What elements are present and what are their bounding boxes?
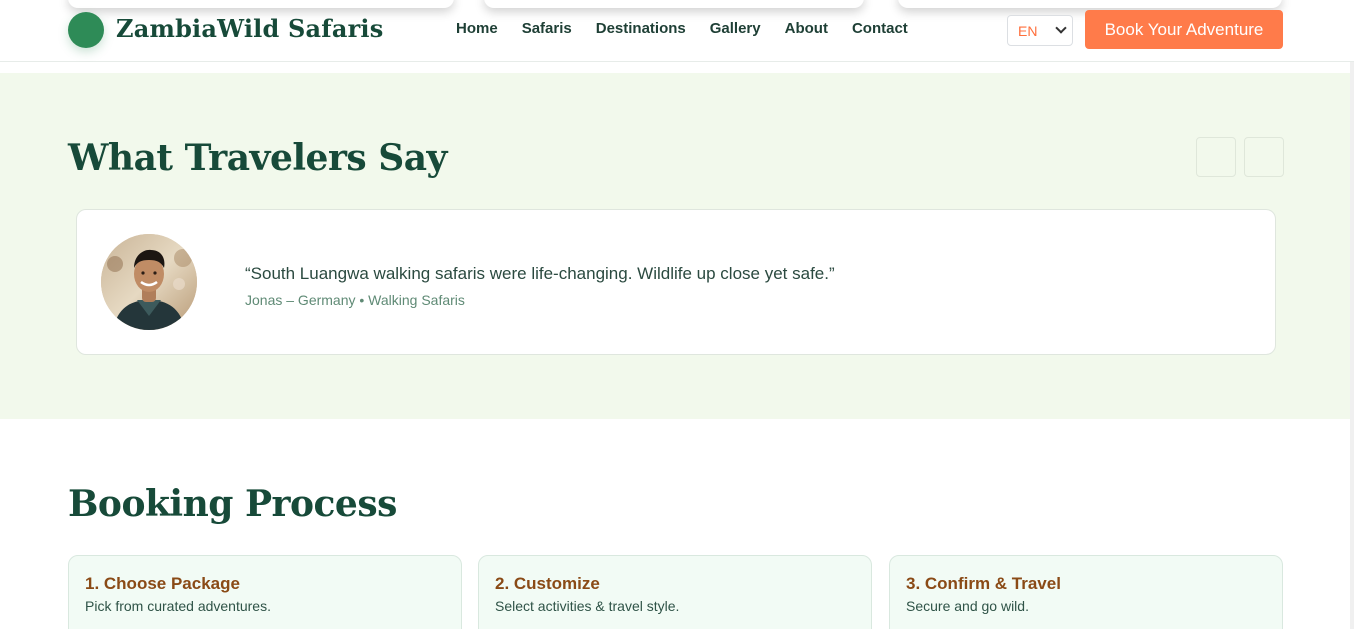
avatar — [101, 234, 197, 330]
nav-contact[interactable]: Contact — [852, 20, 908, 37]
step-title: 1. Choose Package — [85, 574, 240, 593]
testimonial-quote: “South Luangwa walking safaris were life… — [245, 264, 835, 283]
nav-about[interactable]: About — [785, 20, 828, 37]
site-header: ZambiaWild Safaris Home Safaris Destinat… — [0, 0, 1354, 62]
book-adventure-button[interactable]: Book Your Adventure — [1085, 10, 1283, 49]
brand-logo-icon[interactable] — [68, 12, 104, 48]
nav-destinations[interactable]: Destinations — [596, 20, 686, 37]
step-title: 3. Confirm & Travel — [906, 574, 1061, 593]
testimonial-prev-button[interactable] — [1196, 137, 1236, 177]
testimonials-title: What Travelers Say — [68, 137, 447, 179]
step-title: 2. Customize — [495, 574, 600, 593]
booking-title: Booking Process — [68, 483, 397, 525]
card-shadow-right — [898, 0, 1282, 8]
card-shadow-middle — [484, 0, 864, 8]
testimonial-next-button[interactable] — [1244, 137, 1284, 177]
testimonial-author: Jonas – Germany • Walking Safaris — [245, 292, 465, 308]
testimonials-section: What Travelers Say “South Luangwa walkin… — [0, 73, 1354, 419]
traveler-photo-icon — [101, 234, 197, 330]
nav-gallery[interactable]: Gallery — [710, 20, 761, 37]
page: ZambiaWild Safaris Home Safaris Destinat… — [0, 0, 1354, 629]
main-nav: Home Safaris Destinations Gallery About … — [456, 20, 908, 37]
booking-step-1: 1. Choose Package Pick from curated adve… — [68, 555, 462, 629]
booking-step-2: 2. Customize Select activities & travel … — [478, 555, 872, 629]
nav-safaris[interactable]: Safaris — [522, 20, 572, 37]
nav-home[interactable]: Home — [456, 20, 498, 37]
testimonial-card: “South Luangwa walking safaris were life… — [76, 209, 1276, 355]
booking-step-3: 3. Confirm & Travel Secure and go wild. — [889, 555, 1283, 629]
step-description: Select activities & travel style. — [495, 598, 680, 614]
brand-name[interactable]: ZambiaWild Safaris — [116, 14, 383, 43]
card-shadow-left — [68, 0, 454, 8]
step-description: Secure and go wild. — [906, 598, 1029, 614]
step-description: Pick from curated adventures. — [85, 598, 271, 614]
page-scrollbar[interactable] — [1350, 0, 1354, 629]
language-select[interactable]: EN — [1007, 15, 1073, 46]
